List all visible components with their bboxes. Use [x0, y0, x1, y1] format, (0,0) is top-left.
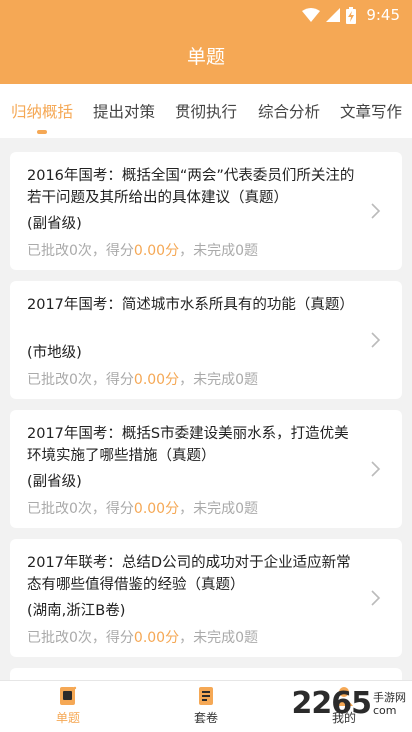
nav-exam-set[interactable]: 套卷 — [166, 685, 246, 726]
stats-suffix: ，未完成0题 — [179, 630, 259, 646]
question-region: (副省级) — [27, 474, 82, 490]
question-stats: 已批改0次，得分0.00分，未完成0题 — [27, 369, 258, 389]
stats-prefix: 已批改0次，得分 — [27, 372, 134, 388]
app-header: 9:45 单题 — [0, 0, 412, 84]
chevron-right-icon — [371, 203, 381, 219]
tab-comprehensive-analysis[interactable]: 综合分析 — [248, 84, 330, 138]
question-region: (市地级) — [27, 345, 82, 361]
chevron-right-icon — [371, 332, 381, 348]
site-watermark: 2265 手游网 com — [292, 686, 407, 721]
wifi-icon — [302, 8, 321, 22]
watermark-number: 2265 — [291, 686, 372, 721]
tab-summarize[interactable]: 归纳概括 — [0, 84, 84, 138]
status-time: 9:45 — [366, 6, 400, 24]
question-title: 2016年国考：概括全国“两会”代表委员们所关注的若干问题及其所给出的具体建议（… — [27, 168, 355, 206]
page-title: 单题 — [186, 46, 225, 68]
question-list[interactable]: 2016年国考：概括全国“两会”代表委员们所关注的若干问题及其所给出的具体建议（… — [0, 138, 412, 680]
watermark-line2: com — [373, 703, 397, 717]
single-question-icon — [60, 686, 77, 705]
question-stats: 已批改0次，得分0.00分，未完成0题 — [27, 627, 258, 647]
question-title: 2017年联考：总结D公司的成功对于企业适应新常态有哪些值得借鉴的经验（真题） — [27, 555, 351, 593]
stats-suffix: ，未完成0题 — [179, 372, 259, 388]
battery-charging-icon — [346, 6, 357, 24]
tab-countermeasures[interactable]: 提出对策 — [84, 84, 164, 138]
question-region: (湖南,浙江B卷) — [27, 603, 126, 619]
nav-single-question[interactable]: 单题 — [28, 685, 108, 726]
score-value: 0.00分 — [133, 243, 180, 259]
score-value: 0.00分 — [133, 501, 180, 517]
question-card[interactable]: 2017年联考：总结D公司的成功对于企业适应新常态有哪些值得借鉴的经验（真题） … — [10, 539, 402, 657]
tab-label: 综合分析 — [257, 103, 320, 121]
question-stats: 已批改0次，得分0.00分，未完成0题 — [27, 498, 258, 518]
stats-prefix: 已批改0次，得分 — [27, 501, 134, 517]
tab-label: 文章写作 — [339, 103, 402, 121]
question-region: (副省级) — [27, 216, 82, 232]
stats-prefix: 已批改0次，得分 — [27, 243, 134, 259]
nav-label: 单题 — [55, 711, 80, 725]
question-stats: 已批改0次，得分0.00分，未完成0题 — [27, 240, 258, 260]
question-card[interactable]: 2017年国考：概括S市委建设美丽水系，打造优美环境实施了哪些措施（真题） (副… — [10, 410, 402, 528]
status-bar: 9:45 — [0, 0, 412, 30]
nav-label: 套卷 — [193, 711, 218, 725]
tab-label: 提出对策 — [92, 103, 155, 121]
question-card[interactable]: 2017年国考：简述城市水系所具有的功能（真题） (市地级) 已批改0次，得分0… — [10, 281, 402, 399]
score-value: 0.00分 — [133, 372, 180, 388]
question-title: 2017年国考：概括S市委建设美丽水系，打造优美环境实施了哪些措施（真题） — [27, 426, 349, 464]
stats-prefix: 已批改0次，得分 — [27, 630, 134, 646]
category-tabs: 归纳概括 提出对策 贯彻执行 综合分析 文章写作 — [0, 84, 412, 138]
score-value: 0.00分 — [133, 630, 180, 646]
chevron-right-icon — [371, 461, 381, 477]
stats-suffix: ，未完成0题 — [179, 243, 259, 259]
watermark-line1: 手游网 — [373, 690, 406, 704]
active-tab-indicator — [37, 130, 47, 134]
signal-icon — [326, 8, 341, 22]
question-card[interactable]: 2016年国考：概括全国“两会”代表委员们所关注的若干问题及其所给出的具体建议（… — [10, 152, 402, 270]
question-card-partial[interactable] — [10, 668, 402, 680]
tab-label: 贯彻执行 — [174, 103, 237, 121]
stats-suffix: ，未完成0题 — [179, 501, 259, 517]
status-icons: 9:45 — [302, 5, 400, 25]
tab-implementation[interactable]: 贯彻执行 — [164, 84, 248, 138]
exam-set-icon — [199, 687, 213, 705]
question-title: 2017年国考：简述城市水系所具有的功能（真题） — [27, 297, 354, 313]
tab-essay-writing[interactable]: 文章写作 — [330, 84, 412, 138]
tab-label: 归纳概括 — [10, 103, 73, 121]
watermark-text: 手游网 com — [373, 691, 406, 717]
chevron-right-icon — [371, 590, 381, 606]
